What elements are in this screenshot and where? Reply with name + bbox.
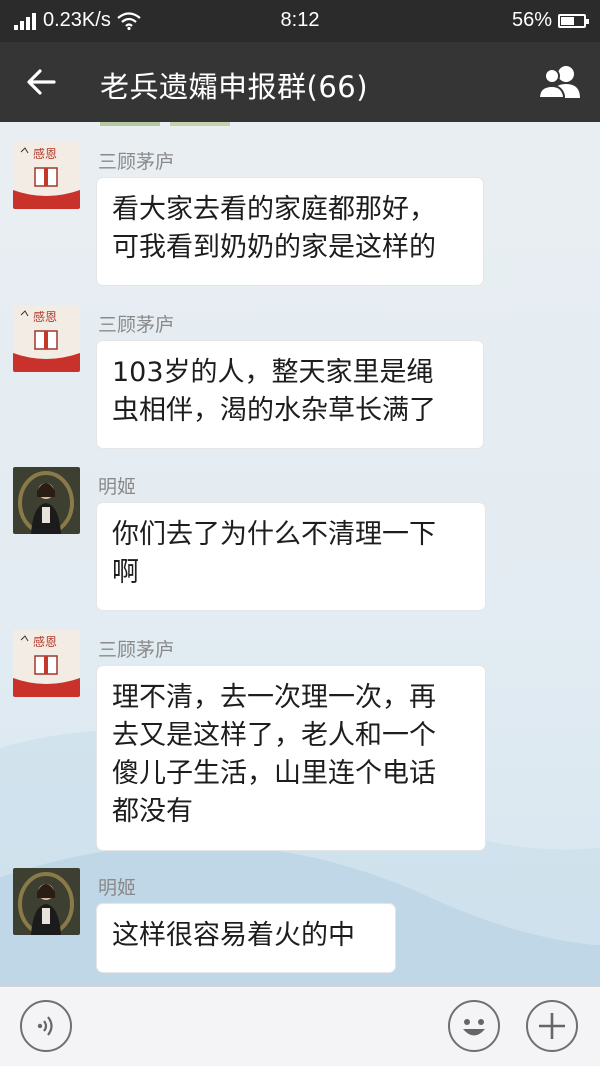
gratitude-card-avatar: 感恩 — [13, 305, 80, 372]
sender-name: 三顾茅庐 — [98, 639, 175, 661]
group-members-icon — [537, 66, 580, 99]
sender-name: 三顾茅庐 — [98, 314, 175, 336]
status-right: 56% — [511, 9, 589, 32]
message-bubble[interactable]: 你们去了为什么不清理一下 啊 — [97, 503, 485, 610]
back-button[interactable] — [22, 62, 62, 102]
emoji-button[interactable] — [448, 1000, 500, 1052]
arrow-left-icon — [27, 69, 56, 95]
message-bubble[interactable]: 这样很容易着火的中 — [97, 904, 395, 972]
message-bubble[interactable]: 理不清，去一次理一次，再 去又是这样了，老人和一个 傻儿子生活，山里连个电话 都… — [97, 666, 485, 850]
previous-message-edge — [100, 122, 230, 126]
group-members-button[interactable] — [536, 62, 584, 102]
status-bar: 0.23K/s 8:12 56% — [0, 0, 600, 42]
avatar-gratitude[interactable]: 感恩 — [13, 305, 80, 372]
voice-button[interactable] — [20, 1000, 72, 1052]
message-bubble[interactable]: 103岁的人，整天家里是绳 虫相伴，渴的水杂草长满了 — [97, 341, 483, 448]
sender-name: 明姬 — [98, 476, 137, 498]
message-bubble[interactable]: 看大家去看的家庭都那好， 可我看到奶奶的家是这样的 — [97, 178, 483, 285]
gratitude-card-avatar: 感恩 — [13, 630, 80, 697]
battery-icon — [558, 13, 589, 28]
chat-header: 老兵遗孀申报群(66) — [0, 42, 600, 122]
avatar-text: 感恩 — [33, 146, 57, 161]
avatar-text: 感恩 — [33, 634, 57, 649]
gratitude-card-avatar: 感恩 — [13, 142, 80, 209]
emoji-icon — [463, 1019, 485, 1036]
avatar-gratitude[interactable]: 感恩 — [13, 142, 80, 209]
chat-area[interactable]: 感恩 三顾茅庐 看大家去看的家庭都那好， 可我看到奶奶的家是这样的 感恩 三顾茅… — [0, 122, 600, 986]
voice-input-icon — [37, 1016, 53, 1036]
input-bar — [0, 986, 600, 1066]
avatar-text: 感恩 — [33, 309, 57, 324]
avatar-person[interactable] — [13, 467, 80, 534]
person-photo-avatar — [13, 868, 80, 935]
clock: 8:12 — [280, 9, 320, 31]
more-button[interactable] — [526, 1000, 578, 1052]
sender-name: 三顾茅庐 — [98, 151, 175, 173]
message-input[interactable] — [90, 1045, 430, 1047]
sender-name: 明姬 — [98, 877, 137, 899]
plus-icon — [539, 1013, 565, 1039]
person-photo-avatar — [13, 467, 80, 534]
battery-percent: 56% — [511, 9, 552, 31]
avatar-gratitude[interactable]: 感恩 — [13, 630, 80, 697]
avatar-person[interactable] — [13, 868, 80, 935]
chat-title: 老兵遗孀申报群(66) — [100, 70, 369, 104]
